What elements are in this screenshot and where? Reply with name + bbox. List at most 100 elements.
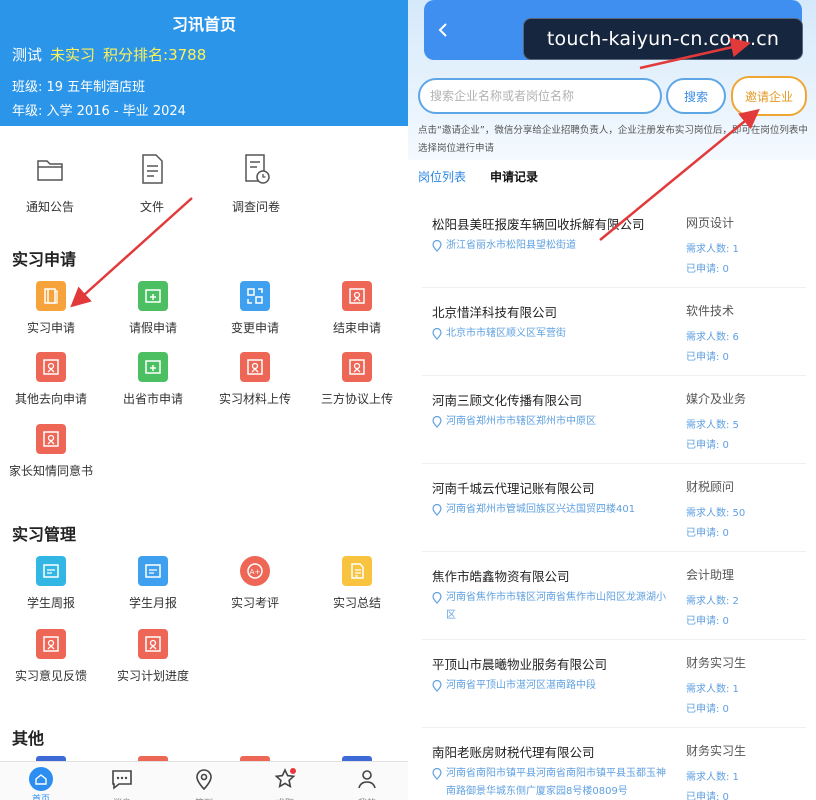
app-material-upload[interactable]: 实习材料上传 (204, 352, 306, 407)
job-item[interactable]: 平顶山市晨曦物业服务有限公司 财务实习生 河南省平顶山市湛河区湛南路中段 需求人… (422, 640, 806, 728)
tab-job[interactable]: 求职 (260, 767, 310, 800)
app-evaluation[interactable]: A+ 实习考评 (204, 556, 306, 611)
applied-count: 已申请: 0 (686, 352, 729, 363)
job-item[interactable]: 河南千城云代理记账有限公司 财税顾问 河南省郑州市管城回族区兴达国贸四楼401 … (422, 464, 806, 552)
certificate-icon (138, 629, 168, 659)
quick-link-label: 调查问卷 (231, 200, 280, 214)
tab-label: 消息 (97, 796, 147, 800)
location-pin-icon (432, 328, 442, 340)
position-name: 财务实习生 (686, 744, 747, 758)
invite-company-button[interactable]: 邀请企业 (731, 76, 807, 116)
app-end-apply[interactable]: 结束申请 (306, 281, 408, 336)
search-button[interactable]: 搜索 (666, 78, 726, 114)
user-icon (358, 770, 376, 789)
certificate-icon (36, 424, 66, 454)
applied-count: 已申请: 0 (686, 264, 729, 275)
quick-link-file[interactable]: 文件 (102, 152, 202, 215)
app-leave-apply[interactable]: 请假申请 (102, 281, 204, 336)
app-plan-progress[interactable]: 实习计划进度 (102, 629, 204, 684)
back-arrow-icon[interactable] (436, 22, 450, 38)
company-location: 浙江省丽水市松阳县望松街道 (432, 237, 674, 255)
tab-message[interactable]: 消息 (97, 767, 147, 800)
company-name: 松阳县美旺报废车辆回收拆解有限公司 (432, 217, 645, 232)
required-count: 需求人数: 2 (686, 596, 739, 607)
app-tripartite-upload[interactable]: 三方协议上传 (306, 352, 408, 407)
position-name: 财务实习生 (686, 656, 747, 670)
calendar-plus-icon (138, 352, 168, 382)
job-item[interactable]: 焦作市皓鑫物资有限公司 会计助理 河南省焦作市市辖区河南省焦作市山阳区龙源湖小区… (422, 552, 806, 640)
tab-checkin[interactable]: 签到 (179, 767, 229, 800)
summary-icon (342, 556, 372, 586)
monthly-report-icon (138, 556, 168, 586)
watermark: touch-kaiyun-cn.com.cn (523, 18, 803, 60)
folder-icon (37, 160, 63, 181)
company-location: 河南省平顶山市湛河区湛南路中段 (432, 677, 674, 695)
home-icon (29, 767, 53, 791)
job-item[interactable]: 松阳县美旺报废车辆回收拆解有限公司 网页设计 浙江省丽水市松阳县望松街道 需求人… (422, 200, 806, 288)
rank-label: 积分排名: (103, 46, 169, 64)
job-item[interactable]: 河南三顾文化传播有限公司 媒介及业务 河南省郑州市市辖区郑州市中原区 需求人数:… (422, 376, 806, 464)
search-input[interactable] (418, 78, 662, 114)
app-feedback[interactable]: 实习意见反馈 (0, 629, 102, 684)
home-screen: 习讯首页 测试 未实习 积分排名:3788 班级: 19 五年制酒店班 年级: 入学… (0, 0, 408, 800)
home-header: 习讯首页 测试 未实习 积分排名:3788 班级: 19 五年制酒店班 年级: 入学… (0, 0, 408, 126)
message-icon (112, 770, 132, 790)
company-location: 河南省南阳市镇平县河南省南阳市镇平县玉都玉神南路御景华城东侧广厦家园8号楼080… (432, 765, 674, 800)
company-location: 河南省郑州市管城回族区兴达国贸四楼401 (432, 501, 674, 519)
bottom-tab-bar: 首页 消息 签到 求职 我的 (0, 761, 408, 800)
app-label: 实习总结 (332, 596, 381, 610)
app-label: 学生月报 (128, 596, 177, 610)
certificate-icon (36, 352, 66, 382)
tab-home[interactable]: 首页 (16, 767, 66, 800)
app-weekly-report[interactable]: 学生周报 (0, 556, 102, 611)
tab-label: 我的 (342, 796, 392, 800)
tab-label: 签到 (179, 796, 229, 800)
app-label: 变更申请 (230, 321, 279, 335)
app-label: 出省市申请 (122, 392, 183, 406)
required-count: 需求人数: 1 (686, 772, 739, 783)
star-icon (274, 768, 296, 788)
section-title-manage: 实习管理 (12, 525, 77, 544)
tab-job-list[interactable]: 岗位列表 (418, 168, 466, 185)
app-parent-consent[interactable]: 家长知情同意书 (0, 424, 102, 479)
tab-label: 求职 (260, 796, 310, 800)
certificate-icon (342, 281, 372, 311)
quick-link-label: 文件 (139, 200, 164, 214)
applied-count: 已申请: 0 (686, 792, 729, 800)
job-item[interactable]: 北京惜洋科技有限公司 软件技术 北京市市辖区顺义区军营街 需求人数: 6 已申请… (422, 288, 806, 376)
app-label: 三方协议上传 (320, 392, 393, 406)
app-internship-apply[interactable]: 实习申请 (0, 281, 102, 336)
certificate-icon (240, 352, 270, 382)
required-count: 需求人数: 5 (686, 420, 739, 431)
app-label: 实习申请 (26, 321, 75, 335)
company-name: 焦作市皓鑫物资有限公司 (432, 569, 570, 584)
document-icon (142, 154, 163, 184)
calendar-plus-icon (138, 281, 168, 311)
app-change-apply[interactable]: 变更申请 (204, 281, 306, 336)
location-pin-icon (432, 768, 442, 780)
required-count: 需求人数: 1 (686, 684, 739, 695)
job-item[interactable]: 南阳老账房财税代理有限公司 财务实习生 河南省南阳市镇平县河南省南阳市镇平县玉都… (422, 728, 806, 800)
app-label: 实习意见反馈 (14, 669, 87, 683)
position-name: 财税顾问 (686, 480, 735, 494)
location-icon (196, 769, 212, 791)
certificate-icon (36, 629, 66, 659)
position-name: 网页设计 (686, 216, 735, 230)
location-pin-icon (432, 240, 442, 252)
app-summary[interactable]: 实习总结 (306, 556, 408, 611)
quick-link-survey[interactable]: 调查问卷 (206, 152, 306, 215)
quick-link-notice[interactable]: 通知公告 (0, 152, 100, 215)
page-title: 习讯首页 (171, 15, 236, 34)
company-name: 北京惜洋科技有限公司 (432, 305, 558, 320)
app-monthly-report[interactable]: 学生月报 (102, 556, 204, 611)
list-tabs: 岗位列表 申请记录 (418, 168, 808, 190)
company-name: 河南三顾文化传播有限公司 (432, 393, 583, 408)
app-out-of-province[interactable]: 出省市申请 (102, 352, 204, 407)
applied-count: 已申请: 0 (686, 704, 729, 715)
grade-info: 年级: 入学 2016 - 毕业 2024 (12, 104, 186, 119)
tab-apply-records[interactable]: 申请记录 (490, 168, 538, 185)
user-summary: 测试 未实习 积分排名:3788 (12, 44, 206, 65)
tab-mine[interactable]: 我的 (342, 767, 392, 800)
location-pin-icon (432, 680, 442, 692)
app-other-destination[interactable]: 其他去向申请 (0, 352, 102, 407)
